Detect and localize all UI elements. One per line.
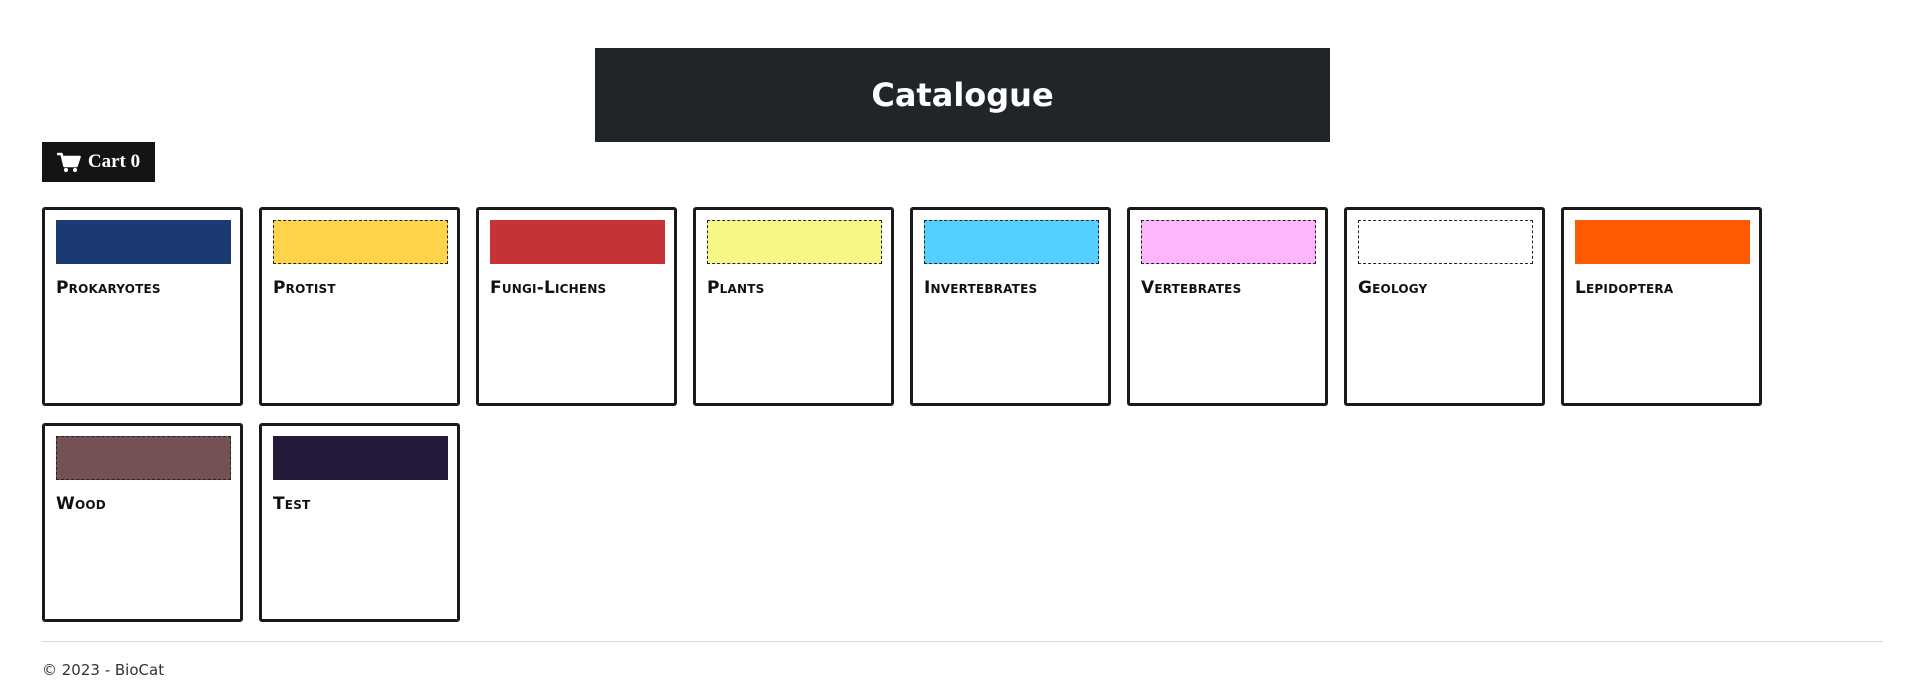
category-color-swatch	[707, 220, 882, 264]
category-card-invertebrates[interactable]: Invertebrates	[910, 207, 1111, 406]
category-label: Lepidoptera	[1575, 278, 1674, 298]
category-label: Test	[273, 494, 311, 514]
category-color-swatch	[1575, 220, 1750, 264]
page: Catalogue Cart 0 Prokaryotes Protist Fungi…	[0, 0, 1914, 700]
category-color-swatch	[924, 220, 1099, 264]
category-label: Invertebrates	[924, 278, 1038, 298]
shopping-cart-icon	[56, 152, 81, 173]
category-card-plants[interactable]: Plants	[693, 207, 894, 406]
footer-copyright: © 2023 - BioCat	[42, 661, 165, 679]
cart-button[interactable]: Cart 0	[42, 142, 155, 182]
category-color-swatch	[56, 220, 231, 264]
page-header: Catalogue	[595, 48, 1330, 142]
category-color-swatch	[273, 220, 448, 264]
category-card-wood[interactable]: Wood	[42, 423, 243, 622]
category-card-vertebrates[interactable]: Vertebrates	[1127, 207, 1328, 406]
cart-label: Cart	[87, 151, 126, 172]
category-label: Vertebrates	[1141, 278, 1242, 298]
category-card-lepidoptera[interactable]: Lepidoptera	[1561, 207, 1762, 406]
category-card-prokaryotes[interactable]: Prokaryotes	[42, 207, 243, 406]
category-color-swatch	[56, 436, 231, 480]
category-color-swatch	[1141, 220, 1316, 264]
category-label: Geology	[1358, 278, 1428, 298]
category-card-test[interactable]: Test	[259, 423, 460, 622]
category-label: Wood	[56, 494, 106, 514]
footer-divider	[42, 641, 1883, 642]
category-label: Prokaryotes	[56, 278, 161, 298]
category-color-swatch	[1358, 220, 1533, 264]
category-color-swatch	[490, 220, 665, 264]
category-grid: Prokaryotes Protist Fungi-Lichens Plants Inv…	[42, 207, 1762, 622]
cart-label-group: Cart 0	[88, 151, 140, 173]
category-card-protist[interactable]: Protist	[259, 207, 460, 406]
cart-count: 0	[130, 151, 141, 172]
category-label: Fungi-Lichens	[490, 278, 607, 298]
category-label: Plants	[707, 278, 765, 298]
page-title: Catalogue	[871, 76, 1054, 114]
category-card-fungi-lichens[interactable]: Fungi-Lichens	[476, 207, 677, 406]
category-label: Protist	[273, 278, 336, 298]
category-color-swatch	[273, 436, 448, 480]
category-card-geology[interactable]: Geology	[1344, 207, 1545, 406]
